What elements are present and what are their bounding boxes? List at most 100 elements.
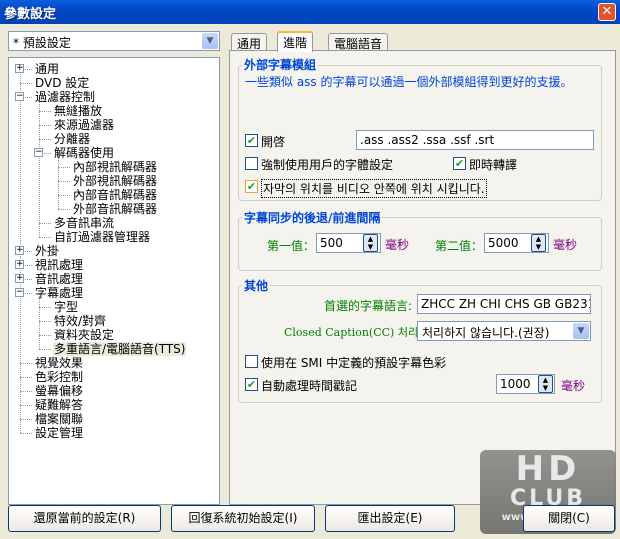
reset-defaults-button[interactable]: 回復系統初始設定(I)	[171, 505, 315, 532]
external-module-title: 外部字幕模組	[242, 56, 319, 73]
second-value-spinner[interactable]: ▲ ▼	[531, 234, 546, 252]
enable-label: 開啓	[261, 135, 286, 149]
tree-item[interactable]: 內部視訊解碼器	[72, 160, 158, 174]
tree-connector	[39, 111, 51, 112]
advanced-panel: 外部字幕模組 一些類似 ass 的字幕可以通過一個外部模組得到更好的支援。 ✔ …	[229, 50, 616, 505]
tree-item[interactable]: 多音訊串流	[53, 216, 115, 230]
extensions-input[interactable]: .ass .ass2 .ssa .ssf .srt	[356, 130, 594, 150]
first-value-label: 第一值：	[267, 239, 316, 253]
tab-general[interactable]: 通用	[231, 33, 268, 51]
tree-connector	[58, 167, 70, 168]
tree-connector	[58, 209, 70, 210]
tree-connector	[20, 391, 32, 392]
tree-item[interactable]: 多重語言/電腦語音(TTS)	[53, 342, 187, 356]
tree-item[interactable]: 音訊處理	[34, 272, 84, 286]
expand-icon[interactable]: +	[15, 260, 24, 269]
subtitle-language-input[interactable]: ZHCC ZH CHI CHS GB GB2312	[417, 294, 591, 314]
tree-item[interactable]: 色彩控制	[34, 370, 84, 384]
tree-connector	[39, 139, 51, 140]
tree-connector	[20, 83, 32, 84]
window-title: 參數設定	[4, 7, 57, 22]
title-bar	[0, 0, 620, 24]
profile-selected: * 預設設定	[13, 36, 71, 50]
tree-item[interactable]: 自訂過濾器管理器	[53, 230, 151, 244]
tab-tts[interactable]: 電腦語音	[328, 33, 389, 51]
export-settings-button[interactable]: 匯出設定(E)	[325, 505, 455, 532]
force-font-checkbox[interactable]	[245, 157, 258, 170]
inside-video-label: 자막의 위치를 비디오 안쪽에 위치 시킵니다.	[261, 179, 487, 198]
close-button[interactable]: 關閉(C)	[523, 505, 615, 532]
tree-connector	[39, 349, 51, 350]
closed-caption-selected: 처리하지 않습니다.(권장)	[422, 326, 550, 340]
tree-item[interactable]: 通用	[34, 62, 60, 76]
tree-connector	[39, 237, 51, 238]
first-value-spinner[interactable]: ▲ ▼	[363, 234, 378, 252]
tree-item[interactable]: 外掛	[34, 244, 60, 258]
tree-item[interactable]: 視覺效果	[34, 356, 84, 370]
force-font-label: 強制使用用戶的字體設定	[261, 158, 394, 172]
tree-connector	[39, 307, 51, 308]
tab-advanced[interactable]: 進階	[277, 31, 314, 52]
smi-color-checkbox[interactable]	[245, 355, 258, 368]
second-value-unit: 毫秒	[553, 238, 578, 252]
collapse-icon[interactable]: −	[34, 148, 43, 157]
profile-select[interactable]: * 預設設定 ▼	[8, 31, 220, 51]
chevron-down-icon[interactable]: ▼	[202, 33, 218, 49]
enable-checkbox[interactable]: ✔	[245, 134, 258, 147]
closed-caption-label: Closed Caption(CC) 처리:	[284, 326, 422, 339]
auto-timestamp-label: 自動處理時間戳記	[261, 379, 358, 393]
tree-item[interactable]: 字幕處理	[34, 286, 84, 300]
first-value-unit: 毫秒	[385, 238, 410, 252]
sync-title: 字幕同步的後退/前進間隔	[242, 209, 383, 226]
tree-connector	[20, 419, 32, 420]
collapse-icon[interactable]: −	[15, 288, 24, 297]
tree-connector	[20, 405, 32, 406]
closed-caption-select[interactable]: 처리하지 않습니다.(권장) ▼	[417, 321, 591, 341]
tree-item[interactable]: 檔案關聯	[34, 412, 84, 426]
settings-tree[interactable]: 通用 + DVD 設定 過濾器控制 − 無縫播放 來源過濾器 分離器 解碼器使用 − 內部視訊解碼器…	[8, 57, 220, 505]
tree-item[interactable]: 分離器	[53, 132, 91, 146]
restore-current-button[interactable]: 還原當前的設定(R)	[8, 505, 161, 532]
tree-connector	[39, 97, 40, 237]
tree-item[interactable]: 外部視訊解碼器	[72, 174, 158, 188]
tree-connector	[58, 195, 70, 196]
tree-item[interactable]: 內部音訊解碼器	[72, 188, 158, 202]
watermark-logo-text: HD	[515, 449, 581, 489]
collapse-icon[interactable]: −	[15, 92, 24, 101]
tree-item[interactable]: 疑難解答	[34, 398, 84, 412]
inside-video-checkbox[interactable]: ✔	[245, 180, 258, 193]
tree-item[interactable]: 視訊處理	[34, 258, 84, 272]
auto-timestamp-unit: 毫秒	[561, 379, 586, 393]
close-window-button[interactable]: ✕	[598, 3, 616, 21]
tree-item[interactable]: 來源過濾器	[53, 118, 115, 132]
realtime-label: 即時轉譯	[469, 158, 518, 172]
expand-icon[interactable]: +	[15, 274, 24, 283]
expand-icon[interactable]: +	[15, 246, 24, 255]
tree-item[interactable]: 過濾器控制	[34, 90, 96, 104]
tree-item[interactable]: 解碼器使用	[53, 146, 115, 160]
tree-connector	[20, 377, 32, 378]
chevron-down-icon[interactable]: ▼	[573, 323, 589, 339]
tree-item[interactable]: 無縫播放	[53, 104, 103, 118]
tree-connector	[39, 321, 51, 322]
tree-connector	[39, 125, 51, 126]
second-value-label: 第二值：	[435, 239, 484, 253]
other-title: 其他	[242, 277, 271, 294]
tree-item[interactable]: 外部音訊解碼器	[72, 202, 158, 216]
tree-connector	[58, 181, 70, 182]
tree-connector	[39, 223, 51, 224]
expand-icon[interactable]: +	[15, 64, 24, 73]
auto-timestamp-checkbox[interactable]: ✔	[245, 378, 258, 391]
tree-item[interactable]: 特效/對齊	[53, 314, 107, 328]
realtime-checkbox[interactable]: ✔	[453, 157, 466, 170]
tree-item[interactable]: 螢幕偏移	[34, 384, 84, 398]
tree-connector	[20, 433, 32, 434]
smi-color-label: 使用在 SMI 中定義的預設字幕色彩	[261, 356, 447, 370]
tree-item[interactable]: 字型	[53, 300, 79, 314]
tree-item[interactable]: DVD 設定	[34, 76, 90, 90]
tree-connector	[20, 363, 32, 364]
tree-item[interactable]: 設定管理	[34, 426, 84, 440]
tree-item[interactable]: 資料夾設定	[53, 328, 115, 342]
auto-timestamp-spinner[interactable]: ▲ ▼	[538, 375, 553, 393]
subtitle-language-label: 首選的字幕語言:	[324, 299, 413, 313]
